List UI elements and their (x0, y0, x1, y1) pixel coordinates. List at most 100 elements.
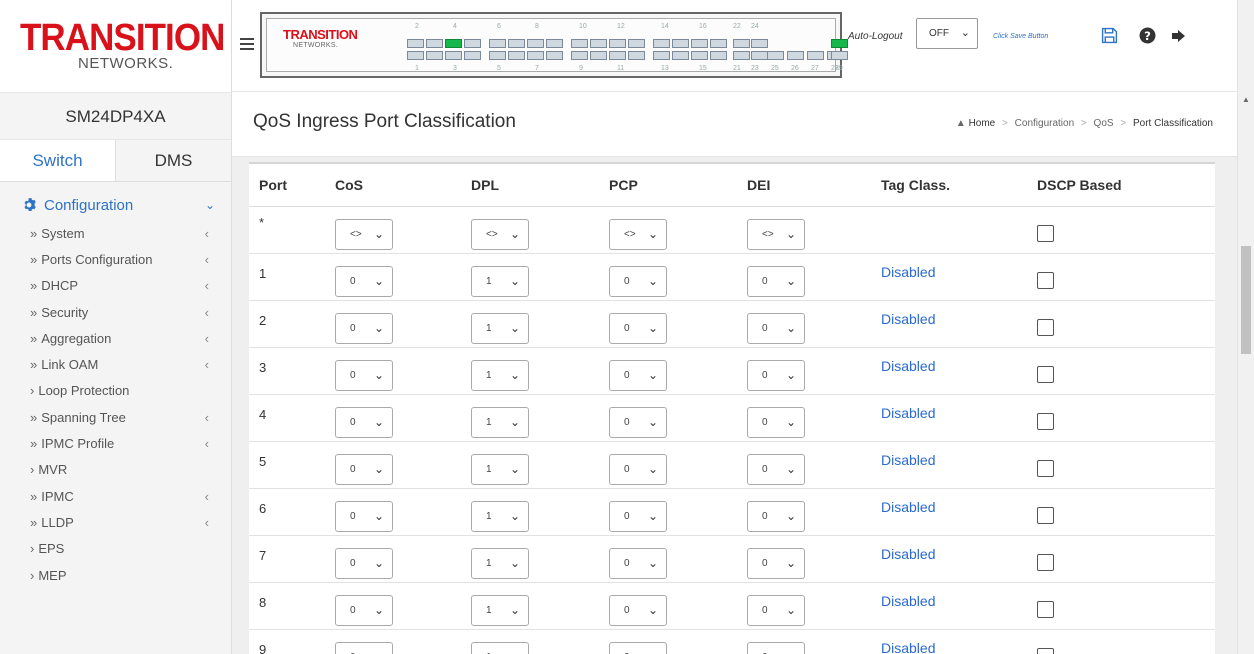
pcp-select[interactable]: 0⌄ (609, 313, 667, 344)
tag-class-link[interactable]: Disabled (871, 487, 1027, 535)
dpl-select[interactable]: 1⌄ (471, 313, 529, 344)
sidebar-item-link-oam[interactable]: » Link OAM ‹ (0, 351, 231, 377)
dei-select[interactable]: 0⌄ (747, 360, 805, 391)
sidebar-item-ipmc[interactable]: » IPMC ‹ (0, 483, 231, 509)
port-icon[interactable] (464, 51, 481, 60)
dscp-based-checkbox[interactable] (1037, 365, 1054, 383)
dscp-based-checkbox[interactable] (1037, 224, 1054, 242)
port-icon[interactable] (407, 51, 424, 60)
port-icon[interactable] (628, 51, 645, 60)
port-icon[interactable] (445, 39, 462, 48)
port-icon[interactable] (733, 39, 750, 48)
dpl-select[interactable]: 1⌄ (471, 454, 529, 485)
tag-class-link[interactable]: Disabled (871, 346, 1027, 394)
dscp-based-checkbox[interactable] (1037, 459, 1054, 477)
sidebar-item-loop-protection[interactable]: › Loop Protection (0, 378, 231, 404)
cos-select[interactable]: 0⌄ (335, 595, 393, 626)
dscp-based-checkbox[interactable] (1037, 318, 1054, 336)
dei-select[interactable]: 0⌄ (747, 548, 805, 579)
port-icon[interactable] (609, 51, 626, 60)
dpl-select[interactable]: 1⌄ (471, 360, 529, 391)
sidebar-item-aggregation[interactable]: » Aggregation ‹ (0, 325, 231, 351)
tag-class-link[interactable]: Disabled (871, 252, 1027, 300)
port-icon[interactable] (691, 39, 708, 48)
auto-logout-select[interactable]: OFF ⌄ (916, 18, 978, 49)
port-icon[interactable] (407, 39, 424, 48)
dscp-based-checkbox[interactable] (1037, 553, 1054, 571)
port-icon[interactable] (609, 39, 626, 48)
sidebar-item-eps[interactable]: › EPS (0, 536, 231, 562)
port-icon[interactable] (831, 51, 848, 60)
port-icon[interactable] (831, 39, 848, 48)
tag-class-link[interactable]: Disabled (871, 299, 1027, 347)
dscp-based-checkbox[interactable] (1037, 600, 1054, 618)
pcp-select[interactable]: 0⌄ (609, 642, 667, 654)
breadcrumb-home[interactable]: Home (969, 118, 996, 129)
scrollbar-thumb[interactable] (1241, 246, 1251, 354)
port-icon[interactable] (571, 39, 588, 48)
pcp-select[interactable]: 0⌄ (609, 266, 667, 297)
port-icon[interactable] (751, 51, 768, 60)
port-icon[interactable] (590, 51, 607, 60)
port-icon[interactable] (691, 51, 708, 60)
pcp-select[interactable]: <> ⌄ (609, 219, 667, 250)
tag-class-link[interactable]: Disabled (871, 534, 1027, 582)
dei-select[interactable]: 0⌄ (747, 595, 805, 626)
port-icon[interactable] (426, 39, 443, 48)
tag-class-link[interactable]: Disabled (871, 393, 1027, 441)
port-icon[interactable] (546, 51, 563, 60)
hamburger-menu-icon[interactable] (240, 38, 254, 51)
vertical-scrollbar[interactable]: ▲ (1237, 93, 1254, 654)
pcp-select[interactable]: 0⌄ (609, 454, 667, 485)
port-icon[interactable] (426, 51, 443, 60)
port-icon[interactable] (767, 51, 784, 60)
port-icon[interactable] (710, 51, 727, 60)
port-icon[interactable] (445, 51, 462, 60)
cos-select[interactable]: 0⌄ (335, 642, 393, 654)
dscp-based-checkbox[interactable] (1037, 506, 1054, 524)
port-icon[interactable] (464, 39, 481, 48)
dei-select[interactable]: 0⌄ (747, 266, 805, 297)
port-icon[interactable] (807, 51, 824, 60)
sidebar-item-security[interactable]: » Security ‹ (0, 299, 231, 325)
sidebar-item-lldp[interactable]: » LLDP ‹ (0, 509, 231, 535)
sidebar-item-mep[interactable]: › MEP (0, 562, 231, 588)
dscp-based-checkbox[interactable] (1037, 647, 1054, 654)
port-icon[interactable] (628, 39, 645, 48)
port-icon[interactable] (653, 39, 670, 48)
port-icon[interactable] (733, 51, 750, 60)
port-icon[interactable] (751, 39, 768, 48)
logout-icon[interactable] (1171, 28, 1187, 44)
dpl-select[interactable]: 1⌄ (471, 407, 529, 438)
breadcrumb-configuration[interactable]: Configuration (1015, 118, 1074, 129)
dpl-select[interactable]: 1⌄ (471, 266, 529, 297)
brand-logo[interactable]: TRANSITION NETWORKS. (0, 0, 231, 92)
port-icon[interactable] (672, 51, 689, 60)
port-icon[interactable] (571, 51, 588, 60)
pcp-select[interactable]: 0⌄ (609, 360, 667, 391)
help-icon[interactable]: ? (1139, 27, 1156, 44)
dpl-select[interactable]: 1⌄ (471, 548, 529, 579)
port-icon[interactable] (489, 51, 506, 60)
breadcrumb-qos[interactable]: QoS (1094, 118, 1114, 129)
port-icon[interactable] (527, 51, 544, 60)
cos-select[interactable]: 0⌄ (335, 313, 393, 344)
dscp-based-checkbox[interactable] (1037, 271, 1054, 289)
dei-select[interactable]: 0⌄ (747, 642, 805, 654)
port-icon[interactable] (672, 39, 689, 48)
cos-select[interactable]: 0⌄ (335, 360, 393, 391)
dei-select[interactable]: 0⌄ (747, 313, 805, 344)
cos-select[interactable]: 0⌄ (335, 501, 393, 532)
dpl-select[interactable]: 1⌄ (471, 595, 529, 626)
dscp-based-checkbox[interactable] (1037, 412, 1054, 430)
dpl-select[interactable]: 1⌄ (471, 642, 529, 654)
save-icon[interactable] (1101, 27, 1118, 44)
port-icon[interactable] (489, 39, 506, 48)
tag-class-link[interactable]: Disabled (871, 440, 1027, 488)
sidebar-item-ipmc-profile[interactable]: » IPMC Profile ‹ (0, 430, 231, 456)
cos-select[interactable]: 0⌄ (335, 548, 393, 579)
dpl-select[interactable]: 1⌄ (471, 501, 529, 532)
dei-select[interactable]: <> ⌄ (747, 219, 805, 250)
cos-select[interactable]: 0⌄ (335, 454, 393, 485)
port-icon[interactable] (508, 39, 525, 48)
